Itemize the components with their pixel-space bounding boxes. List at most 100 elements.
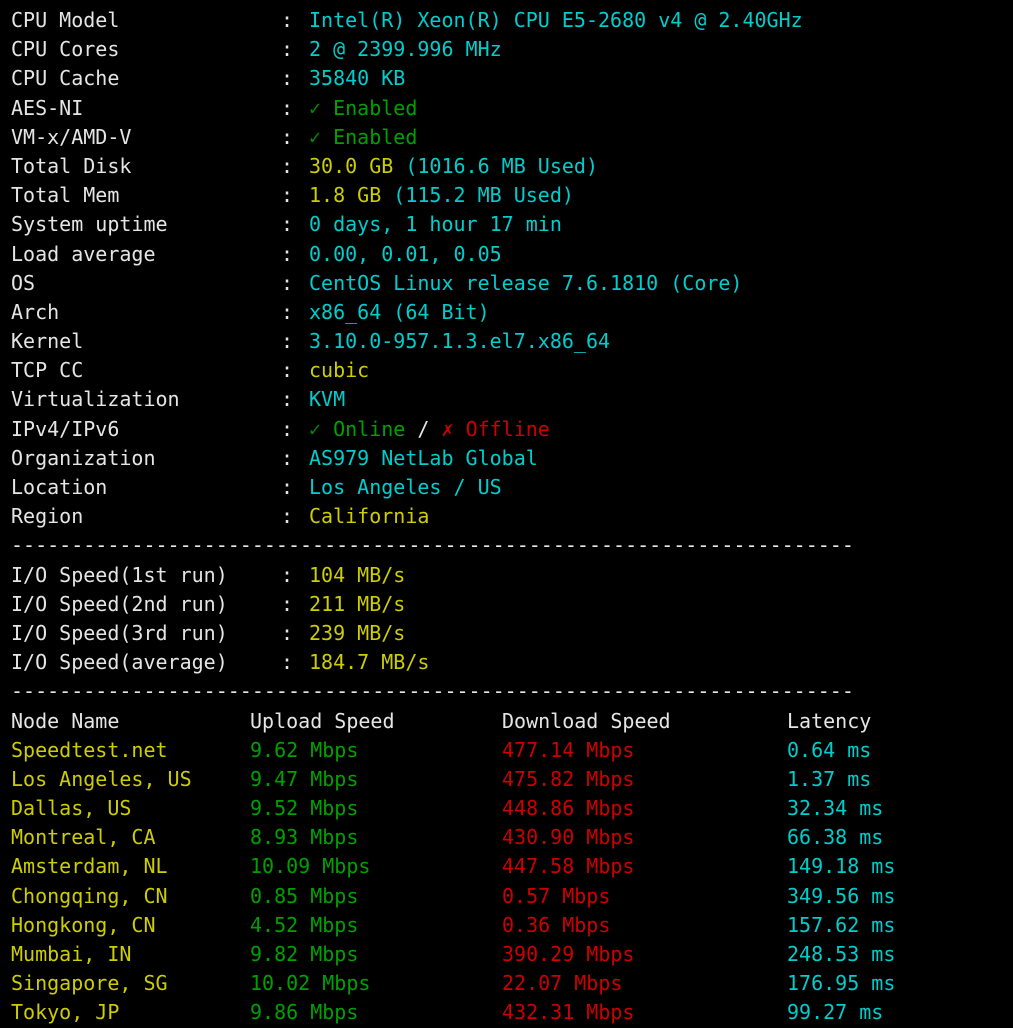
info-label: System uptime — [11, 212, 168, 237]
node-name: Singapore, SG — [11, 971, 168, 996]
download-speed: 390.29 Mbps — [502, 942, 635, 966]
node-name: Dallas, US — [11, 796, 132, 821]
ipv-divider: / — [405, 416, 442, 441]
download-speed: 0.57 Mbps — [502, 883, 611, 908]
latency: 99.27 ms — [787, 1000, 884, 1025]
info-value: KVM — [309, 387, 346, 412]
info-value: 35840 KB — [309, 66, 406, 91]
upload-speed: 10.02 Mbps — [250, 971, 371, 996]
info-label: AES-NI — [11, 95, 84, 120]
info-row: Location: Los Angeles / US — [11, 473, 1013, 502]
info-row: Virtualization: KVM — [11, 385, 1013, 414]
column-header-node-name: Node Name — [11, 708, 120, 733]
io-speed-label: I/O Speed(average) — [11, 650, 228, 675]
info-separator: : — [281, 153, 294, 178]
speedtest-row: Mumbai, IN 9.82 Mbps 390.29 Mbps 248.53 ms — [11, 940, 1013, 969]
info-label: Virtualization — [11, 387, 180, 412]
upload-speed: 4.52 Mbps — [250, 912, 359, 937]
info-value: cubic — [309, 358, 370, 383]
latency: 1.37 ms — [787, 766, 872, 791]
info-value: 2 @ 2399.996 MHz — [309, 37, 502, 62]
info-separator: : — [281, 270, 294, 295]
io-speed-row: I/O Speed(1st run):104 MB/s — [11, 561, 1013, 590]
column-header-latency: Latency — [787, 708, 872, 733]
download-speed: 430.90 Mbps — [502, 825, 635, 850]
system-info-block: CPU Model: Intel(R) Xeon(R) CPU E5-2680 v… — [11, 6, 1013, 531]
info-separator: : — [281, 416, 294, 441]
column-header-upload-speed: Upload Speed — [250, 708, 395, 733]
info-row: Load average:0.00, 0.01, 0.05 — [11, 240, 1013, 269]
download-speed: 22.07 Mbps — [502, 971, 623, 996]
latency: 176.95 ms — [787, 971, 896, 996]
io-speed-row: I/O Speed(2nd run):211 MB/s — [11, 590, 1013, 619]
upload-speed: 9.47 Mbps — [250, 766, 359, 791]
info-label: Kernel — [11, 329, 84, 354]
info-row: AES-NI: ✓ Enabled — [11, 94, 1013, 123]
speedtest-row: Chongqing, CN 0.85 Mbps 0.57 Mbps 349.56 ms — [11, 882, 1013, 911]
info-value: 0 days, 1 hour 17 min — [309, 212, 562, 237]
info-label: IPv4/IPv6 — [11, 416, 120, 441]
upload-speed: 9.62 Mbps — [250, 737, 359, 762]
ipv4-status: Online — [333, 416, 406, 441]
upload-speed: 9.52 Mbps — [250, 796, 359, 821]
info-value: 0.00, 0.01, 0.05 — [309, 241, 502, 266]
speedtest-table: Node Name Upload Speed Download Speed Laten… — [11, 707, 1013, 1028]
io-speed-value: 184.7 MB/s — [309, 650, 430, 675]
check-icon: ✓ — [309, 124, 334, 149]
io-speed-value: 211 MB/s — [309, 591, 406, 616]
info-row: System uptime:0 days, 1 hour 17 min — [11, 210, 1013, 239]
io-speed-value: 239 MB/s — [309, 620, 406, 645]
info-value-primary: 30.0 GB — [309, 153, 394, 178]
node-name: Tokyo, JP — [11, 1000, 120, 1025]
info-separator: : — [281, 387, 294, 412]
info-separator: : — [281, 475, 294, 499]
info-label: Region — [11, 504, 84, 529]
node-name: Montreal, CA — [11, 825, 156, 850]
upload-speed: 9.82 Mbps — [250, 942, 359, 966]
info-label: Total Mem — [11, 183, 120, 208]
upload-speed: 8.93 Mbps — [250, 825, 359, 850]
latency: 32.34 ms — [787, 796, 884, 821]
separator-line-bottom: ----------------------------------------… — [11, 679, 854, 704]
info-separator: : — [281, 504, 294, 529]
info-row: Total Mem:1.8 GB (115.2 MB Used) — [11, 181, 1013, 210]
info-separator: : — [281, 241, 294, 266]
info-value: AS979 NetLab Global — [309, 445, 538, 470]
info-label: CPU Cache — [11, 66, 120, 91]
info-value: California — [309, 504, 430, 529]
info-value-secondary: (115.2 MB Used) — [381, 183, 574, 208]
info-separator: : — [281, 445, 294, 470]
info-value: Enabled — [333, 95, 418, 120]
info-row: CPU Model: Intel(R) Xeon(R) CPU E5-2680 v… — [11, 6, 1013, 35]
node-name: Hongkong, CN — [11, 912, 156, 937]
download-speed: 477.14 Mbps — [502, 737, 635, 762]
info-separator: : — [281, 124, 294, 149]
info-label: Load average — [11, 241, 156, 266]
speedtest-row: Los Angeles, US 9.47 Mbps 475.82 Mbps 1.37 … — [11, 765, 1013, 794]
info-value: 3.10.0-957.1.3.el7.x86_64 — [309, 329, 611, 354]
info-label: VM-x/AMD-V — [11, 124, 132, 149]
latency: 157.62 ms — [787, 912, 896, 937]
speedtest-row: Montreal, CA 8.93 Mbps 430.90 Mbps 66.38 ms — [11, 823, 1013, 852]
download-speed: 447.58 Mbps — [502, 854, 635, 879]
info-row: Total Disk:30.0 GB (1016.6 MB Used) — [11, 152, 1013, 181]
info-value: Intel(R) Xeon(R) CPU E5-2680 v4 @ 2.40GH… — [309, 8, 803, 32]
io-speed-separator: : — [281, 650, 294, 675]
download-speed: 432.31 Mbps — [502, 1000, 635, 1025]
info-separator: : — [281, 212, 294, 237]
node-name: Amsterdam, NL — [11, 854, 168, 879]
info-separator: : — [281, 37, 294, 62]
info-value-secondary: (1016.6 MB Used) — [393, 153, 598, 178]
separator-line-top: ----------------------------------------… — [11, 533, 854, 558]
latency: 349.56 ms — [787, 883, 896, 908]
io-speed-block: I/O Speed(1st run):104 MB/s I/O Speed(2nd… — [11, 561, 1013, 678]
speedtest-row: Amsterdam, NL 10.09 Mbps 447.58 Mbps 149.18… — [11, 852, 1013, 881]
info-label: CPU Cores — [11, 37, 120, 62]
info-row: Organization: AS979 NetLab Global — [11, 444, 1013, 473]
speedtest-row: Tokyo, JP 9.86 Mbps 432.31 Mbps 99.27 ms — [11, 998, 1013, 1027]
info-row: TCP CC: cubic — [11, 356, 1013, 385]
info-value: Enabled — [333, 124, 418, 149]
node-name: Chongqing, CN — [11, 883, 168, 908]
info-separator: : — [281, 66, 294, 91]
info-label: TCP CC — [11, 358, 84, 383]
